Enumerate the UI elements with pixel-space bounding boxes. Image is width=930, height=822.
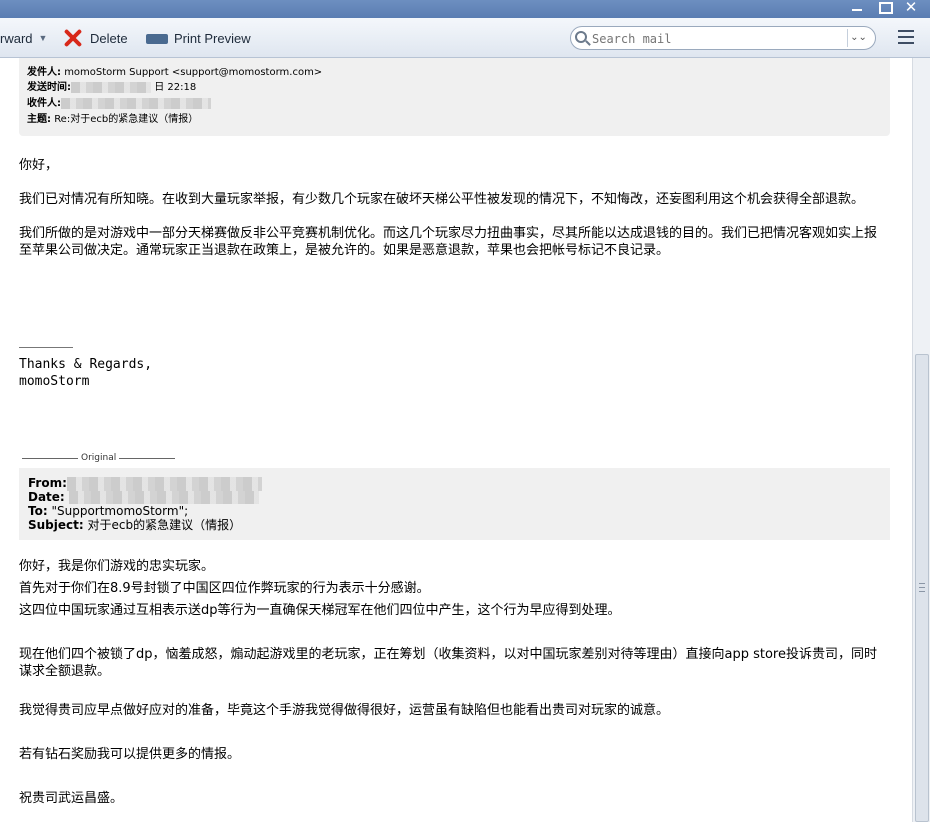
- original-to-label: To:: [28, 504, 48, 518]
- original-subject-label: Subject:: [28, 518, 84, 532]
- original-divider: Original: [19, 453, 178, 463]
- original-date-label: Date:: [28, 490, 65, 504]
- sent-value: 日 22:18: [154, 82, 197, 93]
- subject-row: 主题: Re:对于ecb的紧急建议（情报）: [27, 113, 198, 126]
- signature-line-2: momoStorm: [19, 374, 90, 389]
- close-button[interactable]: ✕: [900, 0, 922, 16]
- grip-icon: [919, 583, 925, 592]
- forward-button[interactable]: rward ▼: [0, 18, 47, 58]
- chevron-down-icon[interactable]: ▼: [39, 33, 48, 43]
- search-input[interactable]: [592, 30, 842, 47]
- forward-label: rward: [0, 30, 33, 46]
- delete-button[interactable]: Delete: [62, 18, 128, 58]
- original-from-label: From:: [28, 476, 67, 490]
- to-row: 收件人:: [27, 97, 211, 110]
- redacted-recipient: [61, 97, 211, 109]
- window-title-bar: ✕: [0, 0, 930, 18]
- signature-line-1: Thanks & Regards,: [19, 357, 153, 372]
- toolbar: rward ▼ Delete Print Preview ⌄⌄: [0, 18, 930, 58]
- original-subject-row: Subject: 对于ecb的紧急建议（情报）: [28, 518, 241, 532]
- original-from-row: From:: [28, 476, 262, 491]
- from-row: 发件人: momoStorm Support <support@momostor…: [27, 66, 322, 79]
- menu-icon[interactable]: [898, 30, 914, 44]
- greeting: 你好，: [19, 158, 59, 173]
- print-preview-label: Print Preview: [174, 30, 251, 46]
- message-view: 发件人: momoStorm Support <support@momostor…: [0, 58, 912, 822]
- minimize-button[interactable]: [846, 0, 868, 16]
- redacted-sender: [66, 476, 262, 491]
- original-to-row: To: "SupportmomoStorm";: [28, 504, 188, 518]
- original-to-value: "SupportmomoStorm";: [51, 504, 189, 518]
- reply-paragraph-1: 我们已对情况有所知晓。在收到大量玩家举报，有少数几个玩家在破坏天梯公平性被发现的…: [19, 192, 865, 207]
- delete-x-icon: [62, 27, 84, 49]
- delete-label: Delete: [90, 30, 128, 46]
- to-label: 收件人:: [27, 98, 61, 109]
- subject-label: 主题:: [27, 114, 51, 125]
- original-date-row: Date:: [28, 490, 259, 504]
- redacted-original-date: [68, 491, 259, 504]
- printer-icon: [146, 29, 168, 51]
- search-box: ⌄⌄: [570, 26, 876, 50]
- signature-divider: [19, 347, 73, 348]
- sent-row: 发送时间: 日 22:18: [27, 81, 196, 94]
- search-options-dropdown[interactable]: ⌄⌄: [847, 29, 869, 47]
- scrollbar-thumb[interactable]: [915, 354, 929, 822]
- sent-label: 发送时间:: [27, 82, 71, 93]
- original-line-3: 这四位中国玩家通过互相表示送dp等行为一直确保天梯冠军在他们四位中产生，这个行为…: [19, 603, 621, 618]
- from-label: 发件人:: [27, 67, 61, 78]
- original-line-2: 首先对于你们在8.9号封锁了中国区四位作弊玩家的行为表示十分感谢。: [19, 581, 430, 596]
- original-line-6: 若有钻石奖励我可以提供更多的情报。: [19, 747, 241, 762]
- original-line-7: 祝贵司武运昌盛。: [19, 791, 124, 806]
- original-subject-value: 对于ecb的紧急建议（情报）: [87, 518, 242, 532]
- original-line-5: 我觉得贵司应早点做好应对的准备，毕竟这个手游我觉得做得很好，运营虽有缺陷但也能看…: [19, 703, 670, 718]
- vertical-scrollbar[interactable]: [912, 58, 930, 822]
- print-preview-button[interactable]: Print Preview: [146, 18, 251, 58]
- original-line-1: 你好，我是你们游戏的忠实玩家。: [19, 559, 215, 574]
- subject-value: Re:对于ecb的紧急建议（情报）: [54, 114, 199, 125]
- reply-paragraph-2: 我们所做的是对游戏中一部分天梯赛做反非公平竞赛机制优化。而这几个玩家尽力扭曲事实…: [19, 226, 878, 258]
- original-line-4: 现在他们四个被锁了dp，恼羞成怒，煽动起游戏里的老玩家，正在筹划（收集资料，以对…: [19, 647, 877, 679]
- from-value: momoStorm Support <support@momostorm.com…: [64, 67, 323, 78]
- original-divider-label: Original: [81, 453, 117, 463]
- redacted-date: [71, 81, 151, 93]
- search-icon[interactable]: [575, 31, 587, 43]
- maximize-button[interactable]: [873, 0, 895, 16]
